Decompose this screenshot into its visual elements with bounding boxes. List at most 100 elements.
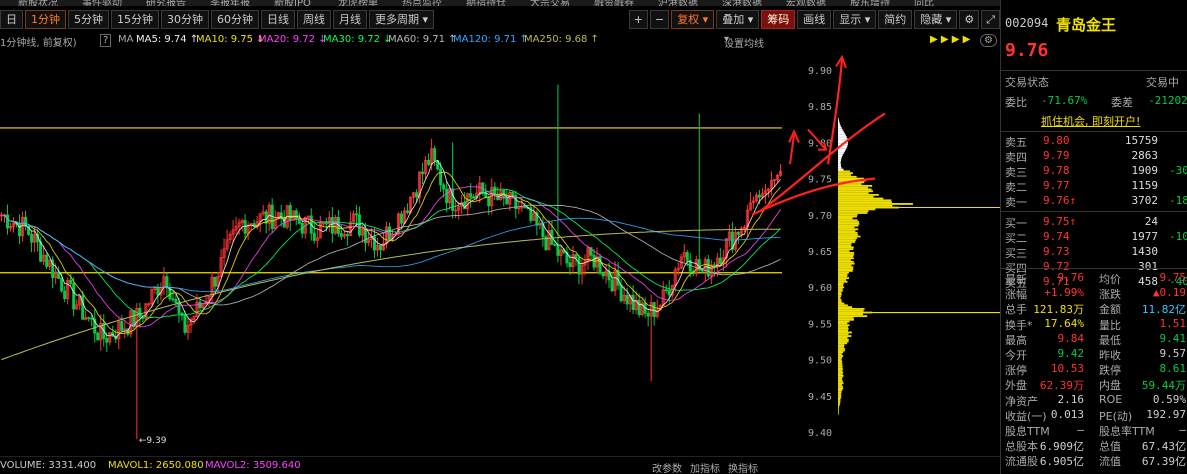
top-nav-item[interactable]: 股东增持	[850, 0, 890, 6]
top-nav-item[interactable]: 期指持仓	[466, 0, 506, 6]
candle-body	[60, 278, 64, 292]
promo-link[interactable]: 抓住机会, 即刻开户!	[1041, 113, 1140, 129]
draw-line-button[interactable]: 画线	[797, 9, 832, 29]
chip-bar	[838, 394, 842, 397]
chip-bar	[838, 190, 873, 193]
period-button[interactable]: 60分钟	[211, 9, 259, 29]
overlay-dropdown[interactable]: 叠加 ▾	[716, 9, 760, 29]
ma-settings-dropdown[interactable]: 设置均线 ▾	[724, 34, 764, 50]
chip-bar	[838, 353, 842, 356]
y-axis-tick: 9.50	[808, 356, 832, 367]
zoom-in-button[interactable]: +	[628, 9, 648, 29]
low-price-label: ←9.39	[139, 436, 167, 446]
chip-bar	[838, 326, 849, 328]
candle-body	[330, 217, 334, 234]
stat-value: 0.59%	[1152, 392, 1186, 406]
ask-row[interactable]: 卖四 9.79 2863	[1001, 149, 1187, 164]
chip-bar	[838, 224, 859, 227]
candle-body	[174, 299, 178, 303]
top-nav-item[interactable]: 沪港数据	[658, 0, 698, 6]
fuquan-dropdown[interactable]: 复权 ▾	[671, 9, 715, 29]
candle-body	[574, 254, 578, 259]
ma30-value: MA30: 9.72 ↓	[323, 34, 392, 45]
chip-bar	[838, 275, 848, 278]
bid-row[interactable]: 买三 9.73 1430	[1001, 245, 1187, 260]
top-nav-item[interactable]: 研究报告	[146, 0, 186, 6]
price-chart[interactable]: ←9.399.909.859.809.759.709.659.609.559.5…	[0, 48, 1000, 456]
top-nav-item[interactable]: 事件驱动	[82, 0, 122, 6]
chip-bar	[838, 308, 865, 310]
chip-bar	[838, 246, 854, 249]
period-button[interactable]: 月线	[333, 9, 367, 29]
chip-bar	[838, 333, 849, 336]
bid-row[interactable]: 买一 9.75↑ 24	[1001, 215, 1187, 230]
chart-settings-icon[interactable]: ⚙	[980, 34, 997, 47]
chip-bar	[838, 192, 869, 194]
period-button[interactable]: 30分钟	[161, 9, 209, 29]
top-nav-item[interactable]: 龙虎榜单	[338, 0, 378, 6]
gear-icon[interactable]: ⚙	[959, 9, 980, 29]
add-indicator-button[interactable]: 加指标	[690, 460, 720, 474]
fullscreen-icon[interactable]: ⤢	[981, 9, 1000, 29]
stat-value: 9.41	[1159, 331, 1187, 345]
ask-row[interactable]: 卖三 9.78 1909 -30	[1001, 164, 1187, 179]
ask-row[interactable]: 卖五 9.80 15759	[1001, 134, 1187, 149]
top-nav-item[interactable]: 大宗交易	[530, 0, 570, 6]
annotation-arrow	[788, 129, 800, 165]
period-button[interactable]: 1分钟	[25, 9, 66, 29]
chart-period-label: 1分钟线, 前复权)	[0, 38, 77, 49]
switch-indicator-button[interactable]: 换指标	[728, 460, 758, 474]
period-button[interactable]: 15分钟	[111, 9, 159, 29]
chip-bar	[838, 329, 848, 332]
ma120-value: MA120: 9.71 ↑	[453, 34, 528, 45]
chart-nav-icons[interactable]: ▶ ▶ ▶ ▶	[930, 34, 970, 45]
chip-bar	[838, 271, 849, 274]
y-axis-tick: 9.65	[808, 247, 832, 258]
bid-row[interactable]: 买二 9.74 1977 -102	[1001, 230, 1187, 245]
period-button[interactable]: 周线	[297, 9, 331, 29]
chip-bar	[838, 376, 843, 379]
stat-label: 昨收	[1099, 349, 1121, 362]
chip-bar	[838, 378, 843, 381]
chip-bar	[838, 201, 892, 204]
candle-body	[357, 214, 361, 236]
ask-row[interactable]: 卖二 9.77 1159	[1001, 179, 1187, 194]
top-nav-item[interactable]: 同比	[914, 0, 934, 6]
stat-value: 17.64%	[1044, 316, 1084, 330]
top-nav-item[interactable]: 深港数据	[722, 0, 762, 6]
chip-bar	[838, 148, 846, 151]
help-icon[interactable]: ?	[100, 34, 112, 47]
chip-bar	[838, 154, 843, 156]
y-axis-tick: 9.55	[808, 319, 832, 330]
top-nav-item[interactable]: 宏观数据	[786, 0, 826, 6]
chip-bar	[838, 402, 841, 404]
period-button[interactable]: 5分钟	[68, 9, 109, 29]
chip-bar	[838, 259, 851, 261]
mavol2-value: MAVOL2: 3509.640	[205, 460, 301, 471]
period-button[interactable]: 日	[0, 9, 23, 29]
display-dropdown[interactable]: 显示 ▾	[833, 9, 877, 29]
y-axis-tick: 9.90	[808, 66, 832, 77]
chip-bar	[838, 119, 840, 122]
simple-mode-button[interactable]: 简约	[878, 9, 913, 29]
period-button[interactable]: 更多周期 ▾	[369, 9, 435, 29]
stat-label: ROE	[1099, 392, 1123, 406]
chip-bar	[838, 347, 845, 350]
chip-bar	[838, 382, 844, 385]
top-nav-item[interactable]: 新股IPO	[274, 0, 311, 6]
hide-dropdown[interactable]: 隐藏 ▾	[914, 9, 958, 29]
top-nav-item[interactable]: 热点监控	[402, 0, 442, 6]
top-nav-item[interactable]: 季报年报	[210, 0, 250, 6]
period-button[interactable]: 日线	[261, 9, 295, 29]
top-nav-item[interactable]: 融资融券	[594, 0, 634, 6]
zoom-out-button[interactable]: −	[649, 9, 670, 29]
top-nav-item[interactable]: 新股状况	[18, 0, 58, 6]
candle-body	[637, 299, 641, 316]
chip-bar	[838, 369, 843, 372]
chip-bar	[838, 344, 845, 347]
ask-row[interactable]: 卖一 9.76↑ 3702 -18	[1001, 194, 1187, 209]
change-params-button[interactable]: 改参数	[652, 460, 682, 474]
chips-button[interactable]: 筹码	[761, 9, 796, 29]
candle-body	[445, 188, 449, 204]
chip-bar	[838, 197, 884, 200]
